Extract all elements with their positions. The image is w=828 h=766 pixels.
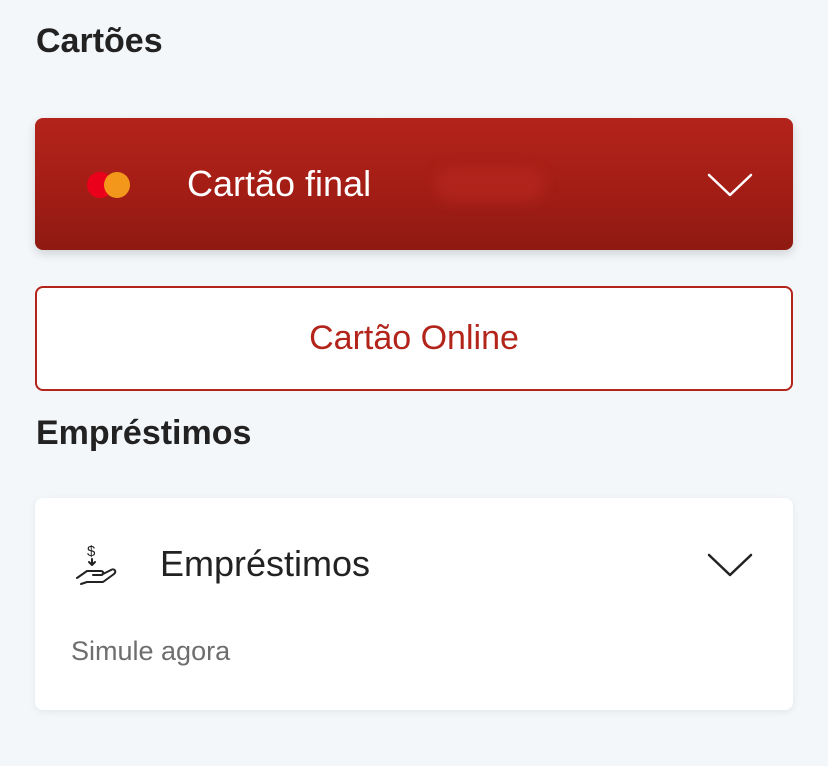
online-card-button[interactable]: Cartão Online — [35, 286, 793, 391]
hand-money-icon: $ — [76, 543, 117, 585]
chevron-down-icon[interactable] — [707, 552, 753, 578]
loans-card[interactable]: $ Empréstimos Simule agora — [35, 498, 793, 710]
svg-text:$: $ — [87, 543, 96, 560]
online-card-button-label: Cartão Online — [309, 319, 519, 357]
card-brand-icon — [87, 172, 133, 198]
loans-card-label: Empréstimos — [160, 543, 371, 584]
masked-card-number — [435, 168, 545, 202]
loans-section-title: Empréstimos — [36, 414, 252, 452]
cards-section-title: Cartões — [36, 22, 163, 60]
card-selector-label: Cartão final — [187, 163, 372, 204]
card-selector-dropdown[interactable]: Cartão final — [35, 118, 793, 250]
loans-card-subtitle: Simule agora — [71, 636, 231, 666]
chevron-down-icon[interactable] — [707, 172, 753, 198]
